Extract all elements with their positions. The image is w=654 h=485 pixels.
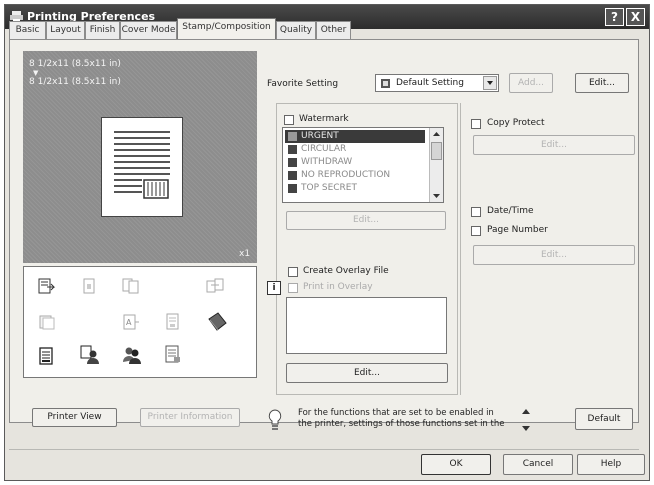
favorite-stamp-icon <box>381 79 390 88</box>
info-scrollbar[interactable] <box>519 405 533 435</box>
watermark-item-top-secret[interactable]: TOP SECRET <box>285 182 425 195</box>
print-overlay-label: Print in Overlay <box>303 282 373 292</box>
document-icon[interactable] <box>38 347 56 365</box>
stamp-icon <box>288 171 297 180</box>
info-text-line2: the printer, settings of those functions… <box>298 419 505 429</box>
tab-quality[interactable]: Quality <box>276 21 316 39</box>
help-button[interactable]: Help <box>577 454 645 475</box>
book-cover-icon[interactable] <box>206 311 228 333</box>
watermark-edit-button[interactable]: Edit... <box>286 211 446 230</box>
date-page-edit-button[interactable]: Edit... <box>473 245 635 265</box>
info-icon[interactable]: i <box>267 281 281 295</box>
scroll-down-icon[interactable] <box>431 190 442 201</box>
page-number-label: Page Number <box>487 225 548 235</box>
default-button[interactable]: Default <box>575 408 633 430</box>
scroll-up-icon[interactable] <box>519 405 533 419</box>
page-transfer-icon[interactable] <box>206 277 224 295</box>
tab-cover-mode[interactable]: Cover Mode <box>120 21 177 39</box>
tab-finish[interactable]: Finish <box>85 21 120 39</box>
copy-protect-label: Copy Protect <box>487 118 545 128</box>
edit-favorite-button[interactable]: Edit... <box>575 73 629 93</box>
two-pages-icon[interactable] <box>122 277 140 295</box>
printer-information-button[interactable]: Printer Information <box>140 408 240 427</box>
watermark-label: Watermark <box>299 114 349 124</box>
page-number-doc-icon[interactable] <box>164 313 182 331</box>
print-overlay-checkbox[interactable] <box>288 283 298 293</box>
print-preview: 8 1/2x11 (8.5x11 in) ▼ 8 1/2x11 (8.5x11 … <box>23 51 257 263</box>
scroll-down-icon[interactable] <box>519 421 533 435</box>
watermark-checkbox[interactable] <box>284 115 294 125</box>
watermark-item-withdraw[interactable]: WITHDRAW <box>285 156 425 169</box>
overlay-edit-button[interactable]: Edit... <box>286 363 448 383</box>
tab-basic[interactable]: Basic <box>9 21 46 39</box>
users-stamp-icon[interactable] <box>122 345 142 365</box>
create-overlay-label: Create Overlay File <box>303 266 389 276</box>
add-favorite-button[interactable]: Add... <box>509 73 553 93</box>
chevron-down-icon[interactable] <box>483 76 497 90</box>
favorite-selected-value: Default Setting <box>396 78 464 88</box>
tab-stamp-composition[interactable]: Stamp/Composition <box>177 18 276 39</box>
date-time-label: Date/Time <box>487 206 534 216</box>
watermark-item-circular[interactable]: CIRCULAR <box>285 143 425 156</box>
favorite-setting-label: Favorite Setting <box>267 79 339 89</box>
help-title-button[interactable]: ? <box>605 8 624 26</box>
page-number-checkbox[interactable] <box>471 226 481 236</box>
paper-size-output: 8 1/2x11 (8.5x11 in) <box>29 77 121 87</box>
scroll-up-icon[interactable] <box>431 129 442 140</box>
cancel-button[interactable]: Cancel <box>503 454 573 475</box>
copy-protect-edit-button[interactable]: Edit... <box>473 135 635 155</box>
text-insert-icon[interactable]: A <box>122 313 140 331</box>
copies-count: x1 <box>239 249 251 259</box>
info-text-line1: For the functions that are set to be ena… <box>298 408 494 418</box>
create-overlay-checkbox[interactable] <box>288 267 298 277</box>
tab-layout[interactable]: Layout <box>46 21 85 39</box>
document-lines-icon <box>114 131 170 199</box>
function-icon-panel: A <box>23 266 257 378</box>
page-thumbnail <box>101 117 183 217</box>
single-page-icon[interactable] <box>80 277 98 295</box>
paper-size-original: 8 1/2x11 (8.5x11 in) <box>29 59 121 69</box>
copy-protect-checkbox[interactable] <box>471 119 481 129</box>
close-button[interactable]: X <box>626 8 645 26</box>
printing-preferences-window: Printing Preferences ? X Basic Layout Fi… <box>4 4 650 481</box>
watermark-list[interactable]: URGENT CIRCULAR WITHDRAW NO REPRODUCTION… <box>282 127 444 203</box>
overlay-file-list[interactable] <box>286 297 447 354</box>
favorite-setting-dropdown[interactable]: Default Setting <box>375 74 499 92</box>
user-stamp-icon[interactable] <box>80 345 100 365</box>
svg-text:A: A <box>126 318 132 327</box>
watermark-scrollbar[interactable] <box>429 128 443 202</box>
date-time-checkbox[interactable] <box>471 207 481 217</box>
watermark-item-no-reproduction[interactable]: NO REPRODUCTION <box>285 169 425 182</box>
arrow-down-icon: ▼ <box>33 69 39 77</box>
scroll-thumb[interactable] <box>431 142 442 160</box>
layered-pages-icon[interactable] <box>38 313 56 331</box>
stamp-icon <box>288 158 297 167</box>
stamp-icon <box>288 184 297 193</box>
tab-other[interactable]: Other <box>316 21 351 39</box>
page-arrow-icon[interactable] <box>38 277 56 295</box>
list-document-icon[interactable] <box>164 345 182 363</box>
stamp-icon <box>288 132 297 141</box>
watermark-item-urgent[interactable]: URGENT <box>285 130 425 143</box>
separator <box>9 449 639 450</box>
lightbulb-icon <box>268 409 282 430</box>
printer-view-button[interactable]: Printer View <box>32 408 117 427</box>
ok-button[interactable]: OK <box>421 454 491 475</box>
stamp-icon <box>288 145 297 154</box>
